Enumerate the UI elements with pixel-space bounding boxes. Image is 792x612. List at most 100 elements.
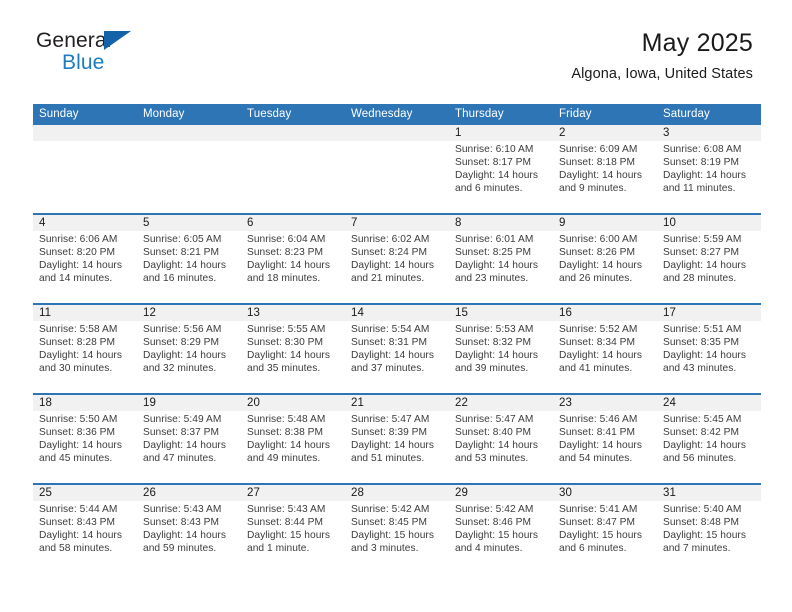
day-number: 3 (663, 127, 670, 139)
sunrise-time: Sunrise: 5:49 AM (143, 414, 222, 425)
day-cell[interactable]: 15 Sunrise: 5:53 AM Sunset: 8:32 PM Dayligh… (449, 305, 553, 393)
day-cell[interactable]: 30 Sunrise: 5:41 AM Sunset: 8:47 PM Dayligh… (553, 485, 657, 577)
day-sun-info: Sunrise: 5:49 AM Sunset: 8:37 PM Daylight:… (143, 413, 236, 465)
day-cell[interactable]: 7 Sunrise: 6:02 AM Sunset: 8:24 PM Daylight… (345, 215, 449, 303)
day-cell[interactable]: 27 Sunrise: 5:43 AM Sunset: 8:44 PM Dayligh… (241, 485, 345, 577)
day-sun-info: Sunrise: 5:50 AM Sunset: 8:36 PM Daylight:… (39, 413, 132, 465)
sunrise-time: Sunrise: 5:48 AM (247, 414, 326, 425)
day-cell[interactable]: 8 Sunrise: 6:01 AM Sunset: 8:25 PM Daylight… (449, 215, 553, 303)
daylight-duration-line2: and 39 minutes. (455, 363, 529, 375)
day-cell[interactable]: 3 Sunrise: 6:08 AM Sunset: 8:19 PM Daylight… (657, 125, 761, 213)
weekday-header-sunday: Sunday (39, 108, 79, 120)
daylight-duration-line1: Daylight: 14 hours (351, 260, 435, 272)
day-sun-info: Sunrise: 5:53 AM Sunset: 8:32 PM Daylight:… (455, 323, 548, 375)
sunrise-time: Sunrise: 5:42 AM (351, 504, 430, 515)
day-cell[interactable]: 25 Sunrise: 5:44 AM Sunset: 8:43 PM Dayligh… (33, 485, 137, 577)
sunrise-time: Sunrise: 6:08 AM (663, 144, 742, 155)
day-cell[interactable]: 1 Sunrise: 6:10 AM Sunset: 8:17 PM Daylight… (449, 125, 553, 213)
general-blue-logo[interactable]: General Blue (36, 30, 256, 78)
day-cell[interactable]: 2 Sunrise: 6:09 AM Sunset: 8:18 PM Daylight… (553, 125, 657, 213)
sunset-time: Sunset: 8:21 PM (143, 247, 220, 259)
day-sun-info: Sunrise: 5:59 AM Sunset: 8:27 PM Daylight:… (663, 233, 756, 285)
daylight-duration-line2: and 54 minutes. (559, 453, 633, 465)
sunset-time: Sunset: 8:17 PM (455, 157, 532, 169)
sunset-time: Sunset: 8:31 PM (351, 337, 428, 349)
day-number: 6 (247, 217, 254, 229)
sunrise-time: Sunrise: 6:02 AM (351, 234, 430, 245)
sunset-time: Sunset: 8:43 PM (143, 517, 220, 529)
sunset-time: Sunset: 8:39 PM (351, 427, 428, 439)
daylight-duration-line1: Daylight: 15 hours (455, 530, 539, 542)
day-cell[interactable]: 4 Sunrise: 6:06 AM Sunset: 8:20 PM Daylight… (33, 215, 137, 303)
day-cell-empty (241, 125, 345, 213)
day-cell[interactable]: 9 Sunrise: 6:00 AM Sunset: 8:26 PM Daylight… (553, 215, 657, 303)
day-sun-info: Sunrise: 6:05 AM Sunset: 8:21 PM Daylight:… (143, 233, 236, 285)
daylight-duration-line1: Daylight: 14 hours (663, 350, 747, 362)
day-cell[interactable]: 5 Sunrise: 6:05 AM Sunset: 8:21 PM Daylight… (137, 215, 241, 303)
daylight-duration-line1: Daylight: 14 hours (247, 260, 331, 272)
daylight-duration-line2: and 58 minutes. (39, 543, 113, 555)
day-cell[interactable]: 17 Sunrise: 5:51 AM Sunset: 8:35 PM Dayligh… (657, 305, 761, 393)
day-cell[interactable]: 13 Sunrise: 5:55 AM Sunset: 8:30 PM Dayligh… (241, 305, 345, 393)
sunset-time: Sunset: 8:37 PM (143, 427, 220, 439)
day-sun-info: Sunrise: 6:01 AM Sunset: 8:25 PM Daylight:… (455, 233, 548, 285)
daylight-duration-line2: and 4 minutes. (455, 543, 523, 555)
day-sun-info: Sunrise: 6:02 AM Sunset: 8:24 PM Daylight:… (351, 233, 444, 285)
day-cell-empty (137, 125, 241, 213)
day-number (351, 125, 444, 141)
day-cell[interactable]: 6 Sunrise: 6:04 AM Sunset: 8:23 PM Daylight… (241, 215, 345, 303)
sunrise-time: Sunrise: 6:10 AM (455, 144, 534, 155)
daylight-duration-line1: Daylight: 14 hours (559, 350, 643, 362)
day-sun-info: Sunrise: 6:10 AM Sunset: 8:17 PM Daylight:… (455, 143, 548, 195)
sunrise-time: Sunrise: 5:43 AM (143, 504, 222, 515)
day-cell[interactable]: 21 Sunrise: 5:47 AM Sunset: 8:39 PM Dayligh… (345, 395, 449, 483)
day-cell[interactable]: 19 Sunrise: 5:49 AM Sunset: 8:37 PM Dayligh… (137, 395, 241, 483)
daylight-duration-line2: and 7 minutes. (663, 543, 731, 555)
daylight-duration-line2: and 18 minutes. (247, 273, 321, 285)
day-number: 17 (663, 307, 676, 319)
calendar-week-row: 1 Sunrise: 6:10 AM Sunset: 8:17 PM Daylight… (33, 125, 761, 213)
daylight-duration-line1: Daylight: 14 hours (143, 350, 227, 362)
daylight-duration-line2: and 35 minutes. (247, 363, 321, 375)
day-cell[interactable]: 20 Sunrise: 5:48 AM Sunset: 8:38 PM Dayligh… (241, 395, 345, 483)
daylight-duration-line1: Daylight: 14 hours (247, 350, 331, 362)
sunset-time: Sunset: 8:20 PM (39, 247, 116, 259)
day-cell[interactable]: 14 Sunrise: 5:54 AM Sunset: 8:31 PM Dayligh… (345, 305, 449, 393)
page-title: May 2025 (641, 29, 753, 57)
day-cell[interactable]: 16 Sunrise: 5:52 AM Sunset: 8:34 PM Dayligh… (553, 305, 657, 393)
day-cell[interactable]: 18 Sunrise: 5:50 AM Sunset: 8:36 PM Dayligh… (33, 395, 137, 483)
daylight-duration-line1: Daylight: 14 hours (559, 440, 643, 452)
sunrise-time: Sunrise: 5:54 AM (351, 324, 430, 335)
sunrise-time: Sunrise: 6:09 AM (559, 144, 638, 155)
sunset-time: Sunset: 8:34 PM (559, 337, 636, 349)
daylight-duration-line2: and 49 minutes. (247, 453, 321, 465)
title-block: May 2025 Algona, Iowa, United States (571, 28, 753, 84)
day-cell[interactable]: 24 Sunrise: 5:45 AM Sunset: 8:42 PM Dayligh… (657, 395, 761, 483)
logo-triangle-icon (104, 31, 131, 50)
day-number: 21 (351, 397, 364, 409)
daylight-duration-line2: and 26 minutes. (559, 273, 633, 285)
day-sun-info: Sunrise: 6:08 AM Sunset: 8:19 PM Daylight:… (663, 143, 756, 195)
sunset-time: Sunset: 8:23 PM (247, 247, 324, 259)
day-number: 28 (351, 487, 364, 499)
daylight-duration-line2: and 6 minutes. (455, 183, 523, 195)
day-cell[interactable]: 29 Sunrise: 5:42 AM Sunset: 8:46 PM Dayligh… (449, 485, 553, 577)
sunset-time: Sunset: 8:24 PM (351, 247, 428, 259)
day-cell[interactable]: 12 Sunrise: 5:56 AM Sunset: 8:29 PM Dayligh… (137, 305, 241, 393)
sunset-time: Sunset: 8:38 PM (247, 427, 324, 439)
day-cell[interactable]: 22 Sunrise: 5:47 AM Sunset: 8:40 PM Dayligh… (449, 395, 553, 483)
day-cell[interactable]: 10 Sunrise: 5:59 AM Sunset: 8:27 PM Dayligh… (657, 215, 761, 303)
day-cell[interactable]: 26 Sunrise: 5:43 AM Sunset: 8:43 PM Dayligh… (137, 485, 241, 577)
day-cell[interactable]: 11 Sunrise: 5:58 AM Sunset: 8:28 PM Dayligh… (33, 305, 137, 393)
day-cell[interactable]: 23 Sunrise: 5:46 AM Sunset: 8:41 PM Dayligh… (553, 395, 657, 483)
day-cell[interactable]: 31 Sunrise: 5:40 AM Sunset: 8:48 PM Dayligh… (657, 485, 761, 577)
day-number: 9 (559, 217, 566, 229)
sunrise-time: Sunrise: 5:53 AM (455, 324, 534, 335)
weekday-header-row: Sunday Monday Tuesday Wednesday Thursday Frid… (33, 104, 761, 125)
day-cell[interactable]: 28 Sunrise: 5:42 AM Sunset: 8:45 PM Dayligh… (345, 485, 449, 577)
daylight-duration-line1: Daylight: 14 hours (559, 260, 643, 272)
sunrise-time: Sunrise: 5:46 AM (559, 414, 638, 425)
day-sun-info: Sunrise: 5:58 AM Sunset: 8:28 PM Daylight:… (39, 323, 132, 375)
daylight-duration-line2: and 28 minutes. (663, 273, 737, 285)
sunrise-time: Sunrise: 5:58 AM (39, 324, 118, 335)
